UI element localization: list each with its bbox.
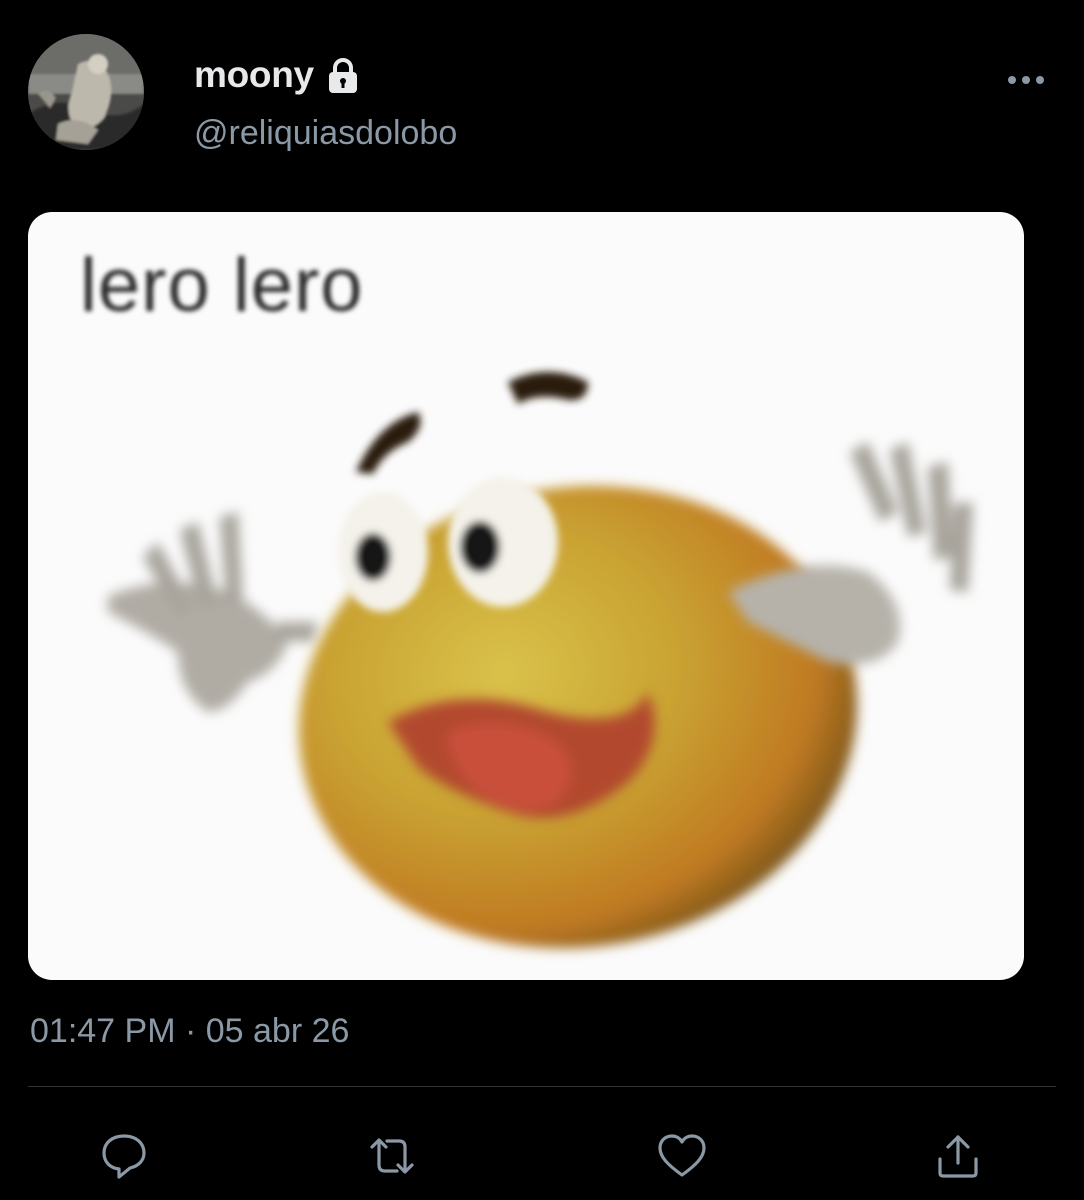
reply-button[interactable]: [94, 1126, 154, 1186]
retweet-button[interactable]: [362, 1126, 422, 1186]
divider: [28, 1086, 1056, 1087]
avatar[interactable]: [28, 34, 144, 150]
more-icon: [1008, 76, 1044, 84]
like-button[interactable]: [652, 1126, 712, 1186]
reply-icon: [102, 1134, 146, 1179]
more-options-button[interactable]: [996, 60, 1056, 100]
share-button[interactable]: [928, 1126, 988, 1186]
tweet-media-image[interactable]: lero lero: [28, 212, 1024, 980]
share-icon: [938, 1135, 978, 1178]
tweet-timestamp[interactable]: 01:47 PM · 05 abr 26: [30, 1012, 349, 1051]
author-name-row: moony: [194, 54, 362, 96]
display-name[interactable]: moony: [194, 54, 314, 96]
heart-icon: [658, 1134, 706, 1177]
emoji-illustration: [108, 372, 973, 949]
retweet-icon: [370, 1138, 414, 1174]
user-handle[interactable]: @reliquiasdolobo: [194, 114, 457, 153]
lock-icon: [324, 57, 362, 95]
